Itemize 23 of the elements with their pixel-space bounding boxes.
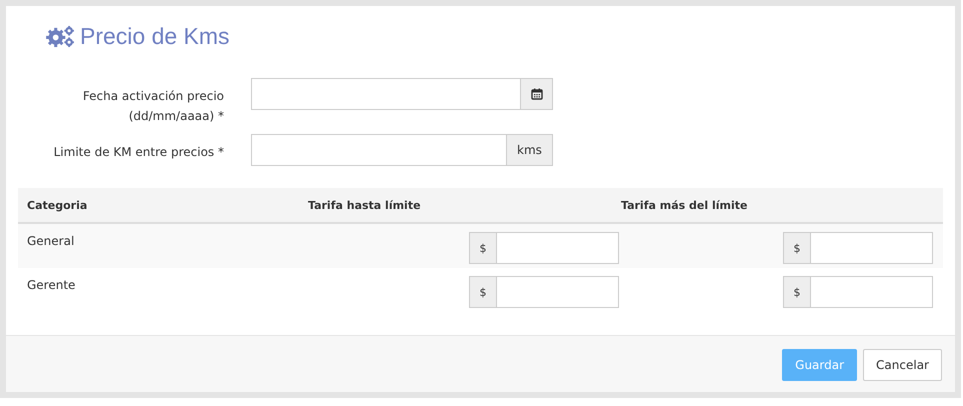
cancel-button[interactable]: Cancelar (863, 349, 942, 381)
currency-addon: $ (783, 276, 811, 308)
calendar-button[interactable] (521, 78, 553, 110)
currency-addon: $ (469, 232, 497, 264)
input-field[interactable] (497, 232, 619, 264)
page-title: Precio de Kms (80, 22, 230, 50)
input-field[interactable] (251, 134, 507, 166)
table-cell-text: Gerente (27, 277, 76, 292)
table-cell-text: General (27, 233, 74, 248)
input-field[interactable] (251, 78, 521, 110)
unit-addon: kms (507, 134, 553, 166)
currency-addon: $ (469, 276, 497, 308)
input-field[interactable] (497, 276, 619, 308)
gears-icon (45, 24, 76, 48)
column-header: Tarifa más del límite (621, 198, 748, 212)
column-header: Categoria (26, 198, 88, 212)
input-field[interactable] (811, 232, 933, 264)
field-label: Fecha activación precio (dd/mm/aaaa) * (82, 88, 224, 125)
calendar-icon (530, 88, 542, 100)
column-header: Tarifa hasta límite (307, 198, 422, 212)
currency-addon: $ (783, 232, 811, 264)
field-label: Limite de KM entre precios * (52, 144, 224, 161)
input-field[interactable] (811, 276, 933, 308)
